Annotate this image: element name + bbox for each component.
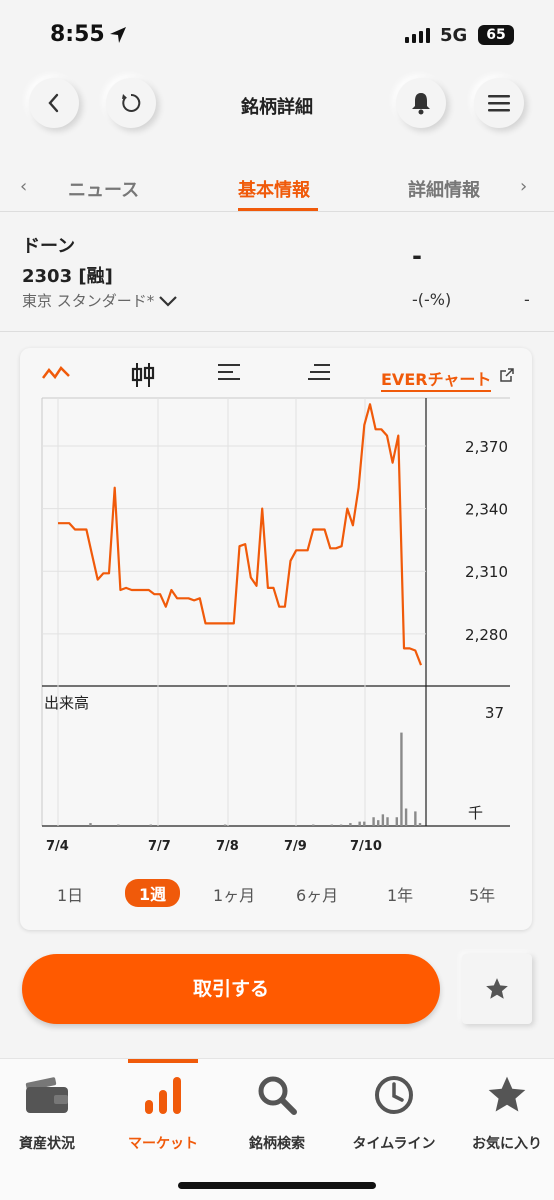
price-change: -(-%) <box>412 290 452 309</box>
volume-bar <box>149 824 153 826</box>
tab-detail-info[interactable]: 詳細情報 <box>408 176 480 202</box>
trade-button[interactable]: 取引する <box>22 954 440 1024</box>
y-tick-label: 2,340 <box>465 501 508 519</box>
volume-bar <box>418 823 422 826</box>
volume-bar <box>372 817 375 826</box>
price-line <box>58 403 423 666</box>
period-5-year[interactable]: 5年 <box>469 882 495 906</box>
right-align-lines-icon[interactable] <box>308 362 332 382</box>
star-icon <box>486 978 508 999</box>
stock-name: ドーン <box>22 236 76 257</box>
volume-max-label: 37 <box>485 704 504 722</box>
volume-bar <box>117 824 120 826</box>
x-tick-label: 7/8 <box>216 839 239 854</box>
bottom-nav: 資産状況 マーケット 銘柄検索 タイムライン お気に入り <box>0 1058 554 1200</box>
volume-bar <box>363 821 366 826</box>
volume-bar <box>395 817 398 826</box>
market-label: 東京 スタンダード* <box>22 292 155 310</box>
volume-bar <box>414 811 417 826</box>
volume-bar <box>89 823 92 826</box>
info-tabs: ‹ ニュース 基本情報 詳細情報 › <box>0 160 554 212</box>
y-tick-label: 2,310 <box>465 563 508 581</box>
nav-label-favorites: お気に入り <box>472 1136 542 1152</box>
y-tick-label: 2,280 <box>465 626 508 644</box>
x-tick-label: 7/9 <box>284 839 307 854</box>
volume-label: 出来高 <box>44 694 89 712</box>
star-icon <box>488 1076 526 1112</box>
tab-basic-info[interactable]: 基本情報 <box>238 176 310 202</box>
signal-strength-icon <box>405 28 430 43</box>
stock-price: - <box>412 242 422 270</box>
bell-icon <box>412 93 430 115</box>
favorite-button[interactable] <box>462 954 532 1024</box>
active-tab-indicator <box>238 208 318 211</box>
candlestick-icon[interactable] <box>130 362 156 388</box>
nav-label-assets: 資産状況 <box>19 1136 75 1152</box>
nav-label-search: 銘柄検索 <box>249 1136 305 1152</box>
nav-label-timeline: タイムライン <box>352 1136 436 1152</box>
period-1-week[interactable]: 1週 <box>125 879 181 907</box>
volume-bar <box>330 824 334 826</box>
volume-bar <box>400 732 403 826</box>
price-chart[interactable]: 2,370 2,340 2,310 2,280 出来高 37 千 7/4 7/7 7/8 7/9 7/… <box>20 348 532 868</box>
chart-card: 2,370 2,340 2,310 2,280 出来高 37 千 7/4 7/7 7/8 7/9 7/… <box>20 348 532 930</box>
stock-info: ドーン 2303 [融] 東京 スタンダード* - -(-%) - <box>0 214 554 332</box>
search-icon <box>258 1076 297 1115</box>
volume-bar <box>358 821 361 826</box>
nav-market[interactable]: マーケット <box>108 1071 218 1153</box>
header: 銘柄詳細 <box>0 78 554 138</box>
nav-favorites[interactable]: お気に入り <box>452 1071 554 1153</box>
period-1-month[interactable]: 1ヶ月 <box>213 882 255 906</box>
clock-icon <box>375 1076 413 1114</box>
nav-label-market: マーケット <box>128 1136 198 1152</box>
stock-code: 2303 [融] <box>22 266 113 287</box>
nav-search[interactable]: 銘柄検索 <box>222 1071 332 1153</box>
market-selector[interactable]: 東京 スタンダード* <box>22 290 178 311</box>
volume-bar <box>223 824 227 826</box>
bar-chart-icon <box>145 1077 181 1114</box>
volume-bar <box>377 820 380 826</box>
network-type: 5G <box>440 25 468 46</box>
period-6-month[interactable]: 6ヶ月 <box>296 882 338 906</box>
battery-icon: 65 <box>478 25 514 45</box>
y-tick-label: 2,370 <box>465 438 508 456</box>
left-align-lines-icon[interactable] <box>218 362 242 382</box>
page-title: 銘柄詳細 <box>241 97 313 118</box>
nav-timeline[interactable]: タイムライン <box>339 1071 449 1153</box>
period-1-day[interactable]: 1日 <box>57 882 83 906</box>
location-arrow-icon <box>110 27 126 43</box>
x-tick-label: 7/10 <box>350 839 382 854</box>
tab-prev-arrow[interactable]: ‹ <box>20 176 27 197</box>
status-time: 8:55 <box>50 22 105 47</box>
volume-unit-label: 千 <box>468 804 483 822</box>
home-indicator <box>178 1182 376 1189</box>
period-1-year[interactable]: 1年 <box>387 882 413 906</box>
tab-news[interactable]: ニュース <box>68 176 139 202</box>
chevron-down-icon <box>159 295 178 307</box>
price-change-secondary: - <box>524 290 530 309</box>
x-tick-label: 7/7 <box>148 839 171 854</box>
volume-bar <box>386 817 389 826</box>
volume-bar <box>404 808 408 826</box>
menu-button[interactable] <box>474 78 524 128</box>
ever-chart-link[interactable]: EVERチャート <box>381 366 492 392</box>
nav-assets[interactable]: 資産状況 <box>0 1071 102 1153</box>
nav-active-indicator <box>128 1059 198 1063</box>
volume-bar <box>339 824 343 826</box>
hamburger-menu-icon <box>488 95 510 112</box>
external-link-icon[interactable] <box>500 368 514 382</box>
volume-bar <box>349 823 352 826</box>
chart-toolbar: EVERチャート <box>20 348 532 398</box>
notification-button[interactable] <box>396 78 446 128</box>
status-bar: 8:55 5G 65 <box>0 0 554 70</box>
volume-bar <box>312 824 315 826</box>
x-tick-label: 7/4 <box>46 839 69 854</box>
volume-bar <box>381 814 385 826</box>
wallet-icon <box>25 1077 68 1113</box>
tab-next-arrow[interactable]: › <box>520 176 527 197</box>
line-chart-icon[interactable] <box>42 362 70 384</box>
